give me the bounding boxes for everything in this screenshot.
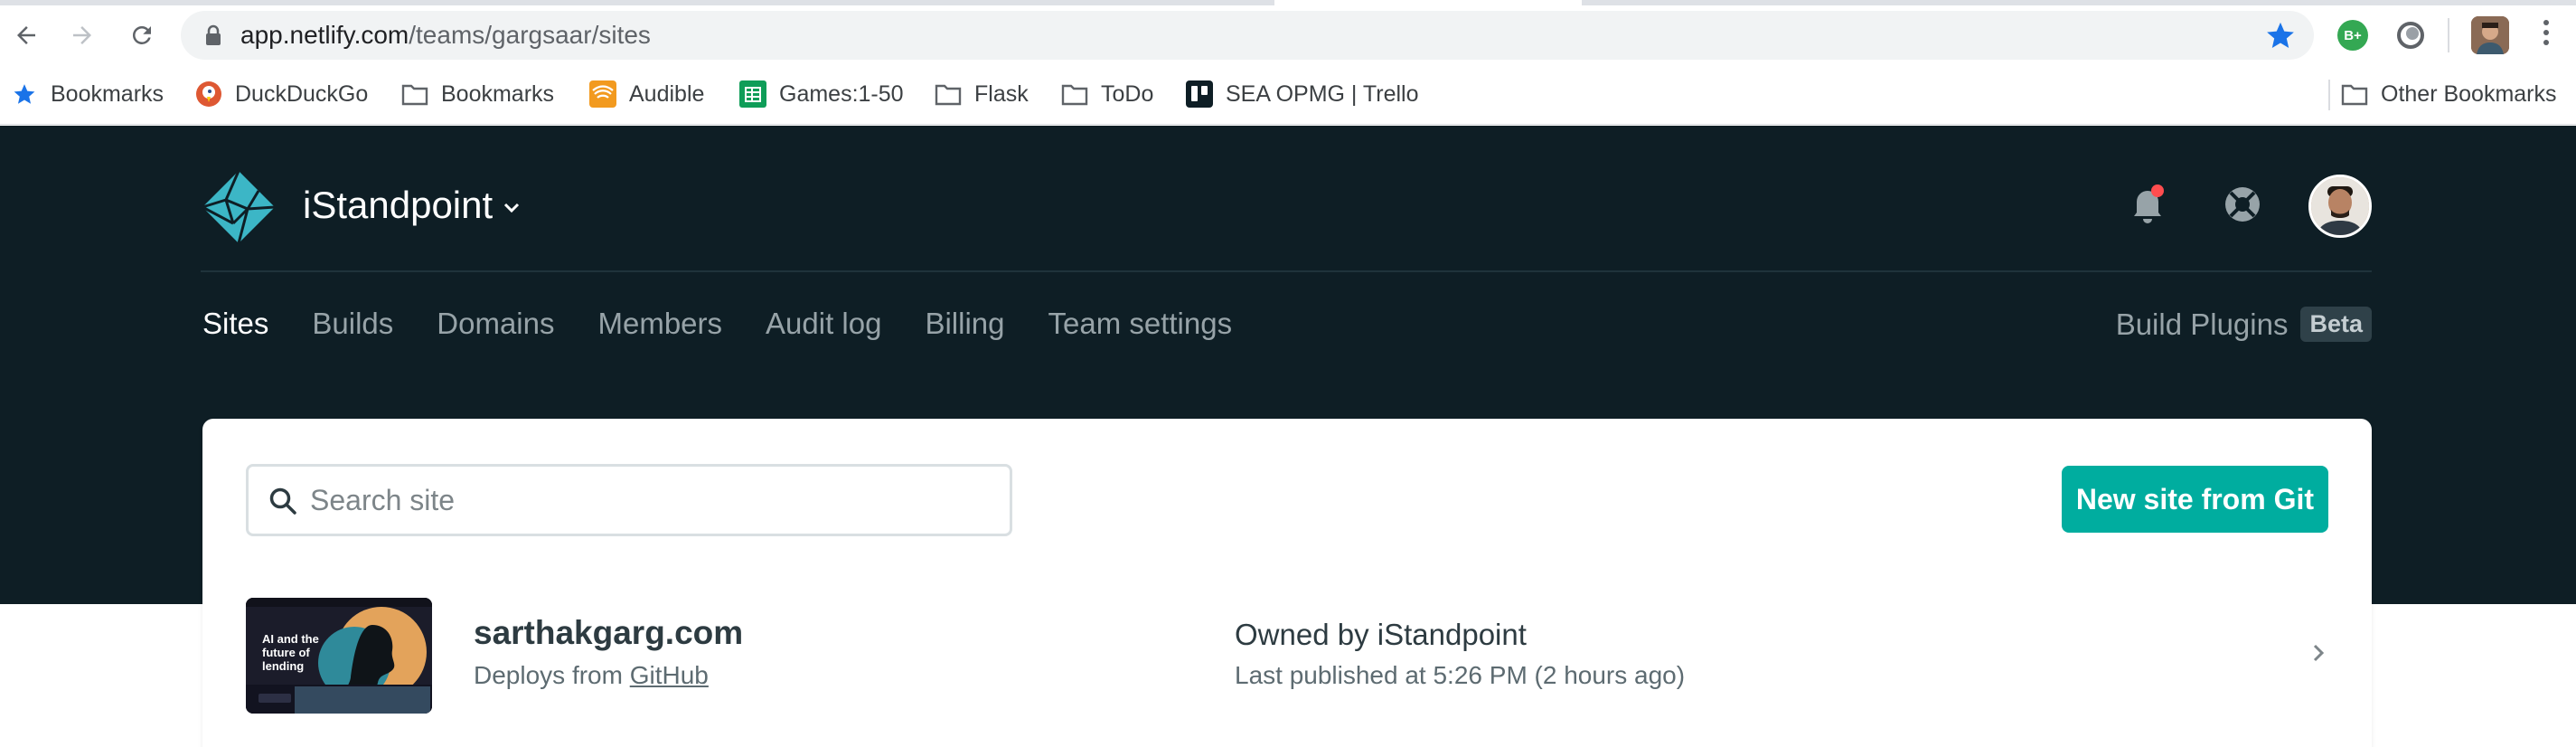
header-divider: [201, 270, 2372, 272]
address-bar[interactable]: app.netlify.com/teams/gargsaar/sites: [181, 11, 2314, 60]
bookmark-item[interactable]: Bookmarks: [401, 78, 554, 110]
reload-button[interactable]: [121, 14, 163, 56]
back-arrow-icon: [17, 26, 35, 44]
browser-toolbar: app.netlify.com/teams/gargsaar/sites B+: [0, 5, 2576, 65]
netlify-logo-icon[interactable]: [201, 169, 277, 245]
bookmark-item[interactable]: SEA OPMG | Trello: [1186, 78, 1419, 110]
sites-panel: New site from Git AI and the future of l…: [202, 419, 2372, 747]
reload-icon: [132, 25, 151, 44]
bookmark-item[interactable]: Flask: [935, 78, 1029, 110]
build-plugins-label: Build Plugins: [2115, 307, 2289, 341]
tab-team-settings[interactable]: Team settings: [1048, 307, 1233, 341]
folder-icon: [1061, 80, 1088, 108]
bookmark-label: Flask: [974, 80, 1029, 107]
bookmark-label: Bookmarks: [51, 80, 165, 107]
bookmark-star-icon[interactable]: [2265, 20, 2296, 51]
lifebuoy-icon: [2225, 187, 2260, 222]
owner-prefix: Owned by: [1235, 618, 1369, 651]
tab-builds[interactable]: Builds: [312, 307, 393, 341]
bookmark-label: ToDo: [1101, 80, 1154, 107]
sheets-icon: [739, 80, 766, 108]
person-photo-icon: [2311, 177, 2369, 235]
notifications-button[interactable]: [2129, 184, 2166, 230]
team-name: iStandpoint: [303, 184, 494, 226]
trello-icon: [1186, 80, 1213, 108]
folder-icon: [2341, 80, 2368, 108]
bookmark-label: DuckDuckGo: [235, 80, 369, 107]
url-host: app.netlify.com: [240, 21, 409, 49]
browser-menu-icon[interactable]: [2543, 20, 2551, 50]
audible-icon: [589, 80, 616, 108]
duckduckgo-icon: [195, 80, 222, 108]
support-button[interactable]: [2223, 185, 2261, 228]
tab-sites[interactable]: Sites: [202, 307, 268, 341]
extension-circle-icon[interactable]: [2395, 20, 2426, 55]
back-button[interactable]: [5, 14, 47, 56]
person-photo-icon: [2471, 16, 2509, 54]
other-bookmarks[interactable]: Other Bookmarks: [2341, 78, 2557, 110]
owner-name: iStandpoint: [1377, 618, 1527, 651]
search-icon: [269, 487, 296, 515]
team-nav: Sites Builds Domains Members Audit log B…: [202, 307, 1275, 341]
bookmark-item[interactable]: DuckDuckGo: [195, 78, 368, 110]
thumbnail-headline: AI and the future of lending: [262, 632, 319, 673]
bell-icon: [2134, 184, 2164, 223]
forward-arrow-icon: [73, 26, 91, 44]
deploy-source-link[interactable]: GitHub: [630, 661, 709, 689]
bookmark-label: Bookmarks: [441, 80, 555, 107]
beta-badge: Beta: [2300, 307, 2372, 342]
bookmark-item[interactable]: Games:1-50: [739, 78, 904, 110]
url-text: app.netlify.com/teams/gargsaar/sites: [240, 21, 651, 50]
notification-dot: [2151, 184, 2164, 197]
bookmark-item[interactable]: ToDo: [1061, 78, 1153, 110]
folder-icon: [401, 80, 428, 108]
folder-icon: [935, 80, 962, 108]
bookmark-label: Games:1-50: [779, 80, 904, 107]
team-switcher[interactable]: iStandpoint: [303, 184, 520, 227]
star-icon: [11, 80, 38, 108]
site-last-published: Last published at 5:26 PM (2 hours ago): [1235, 661, 1686, 689]
site-row[interactable]: AI and the future of lending sarthakgarg…: [202, 596, 2372, 732]
bookmarks-divider: [2328, 80, 2330, 110]
tab-billing[interactable]: Billing: [925, 307, 1004, 341]
tab-members[interactable]: Members: [597, 307, 722, 341]
user-avatar[interactable]: [2308, 175, 2372, 238]
bookmark-item[interactable]: Audible: [589, 78, 704, 110]
other-bookmarks-label: Other Bookmarks: [2381, 80, 2557, 107]
bookmark-item[interactable]: Bookmarks: [11, 78, 164, 110]
toolbar-divider: [2448, 18, 2449, 52]
bookmark-label: SEA OPMG | Trello: [1226, 80, 1419, 107]
new-site-from-git-button[interactable]: New site from Git: [2061, 466, 2328, 533]
site-owner: Owned by iStandpoint: [1235, 618, 1527, 652]
bookmark-label: Audible: [629, 80, 705, 107]
forward-button[interactable]: [61, 14, 103, 56]
profile-avatar[interactable]: [2471, 16, 2509, 54]
tab-domains[interactable]: Domains: [437, 307, 554, 341]
site-name[interactable]: sarthakgarg.com: [474, 614, 743, 652]
lock-icon: [206, 24, 221, 45]
site-deploy-source: Deploys from GitHub: [474, 661, 709, 690]
url-path: /teams/gargsaar/sites: [409, 21, 651, 49]
search-field[interactable]: [246, 464, 1012, 536]
bookmarks-bar: Bookmarks DuckDuckGo Bookmarks Audible G…: [0, 65, 2576, 125]
tab-build-plugins[interactable]: Build Plugins Beta: [2116, 307, 2372, 342]
site-thumbnail[interactable]: AI and the future of lending: [246, 598, 432, 714]
extension-badge[interactable]: B+: [2337, 20, 2368, 51]
tab-audit-log[interactable]: Audit log: [766, 307, 881, 341]
chevron-down-icon: [504, 203, 520, 213]
deploys-prefix: Deploys from: [474, 661, 623, 689]
search-input[interactable]: [310, 467, 997, 534]
chevron-right-icon[interactable]: [2312, 643, 2325, 663]
